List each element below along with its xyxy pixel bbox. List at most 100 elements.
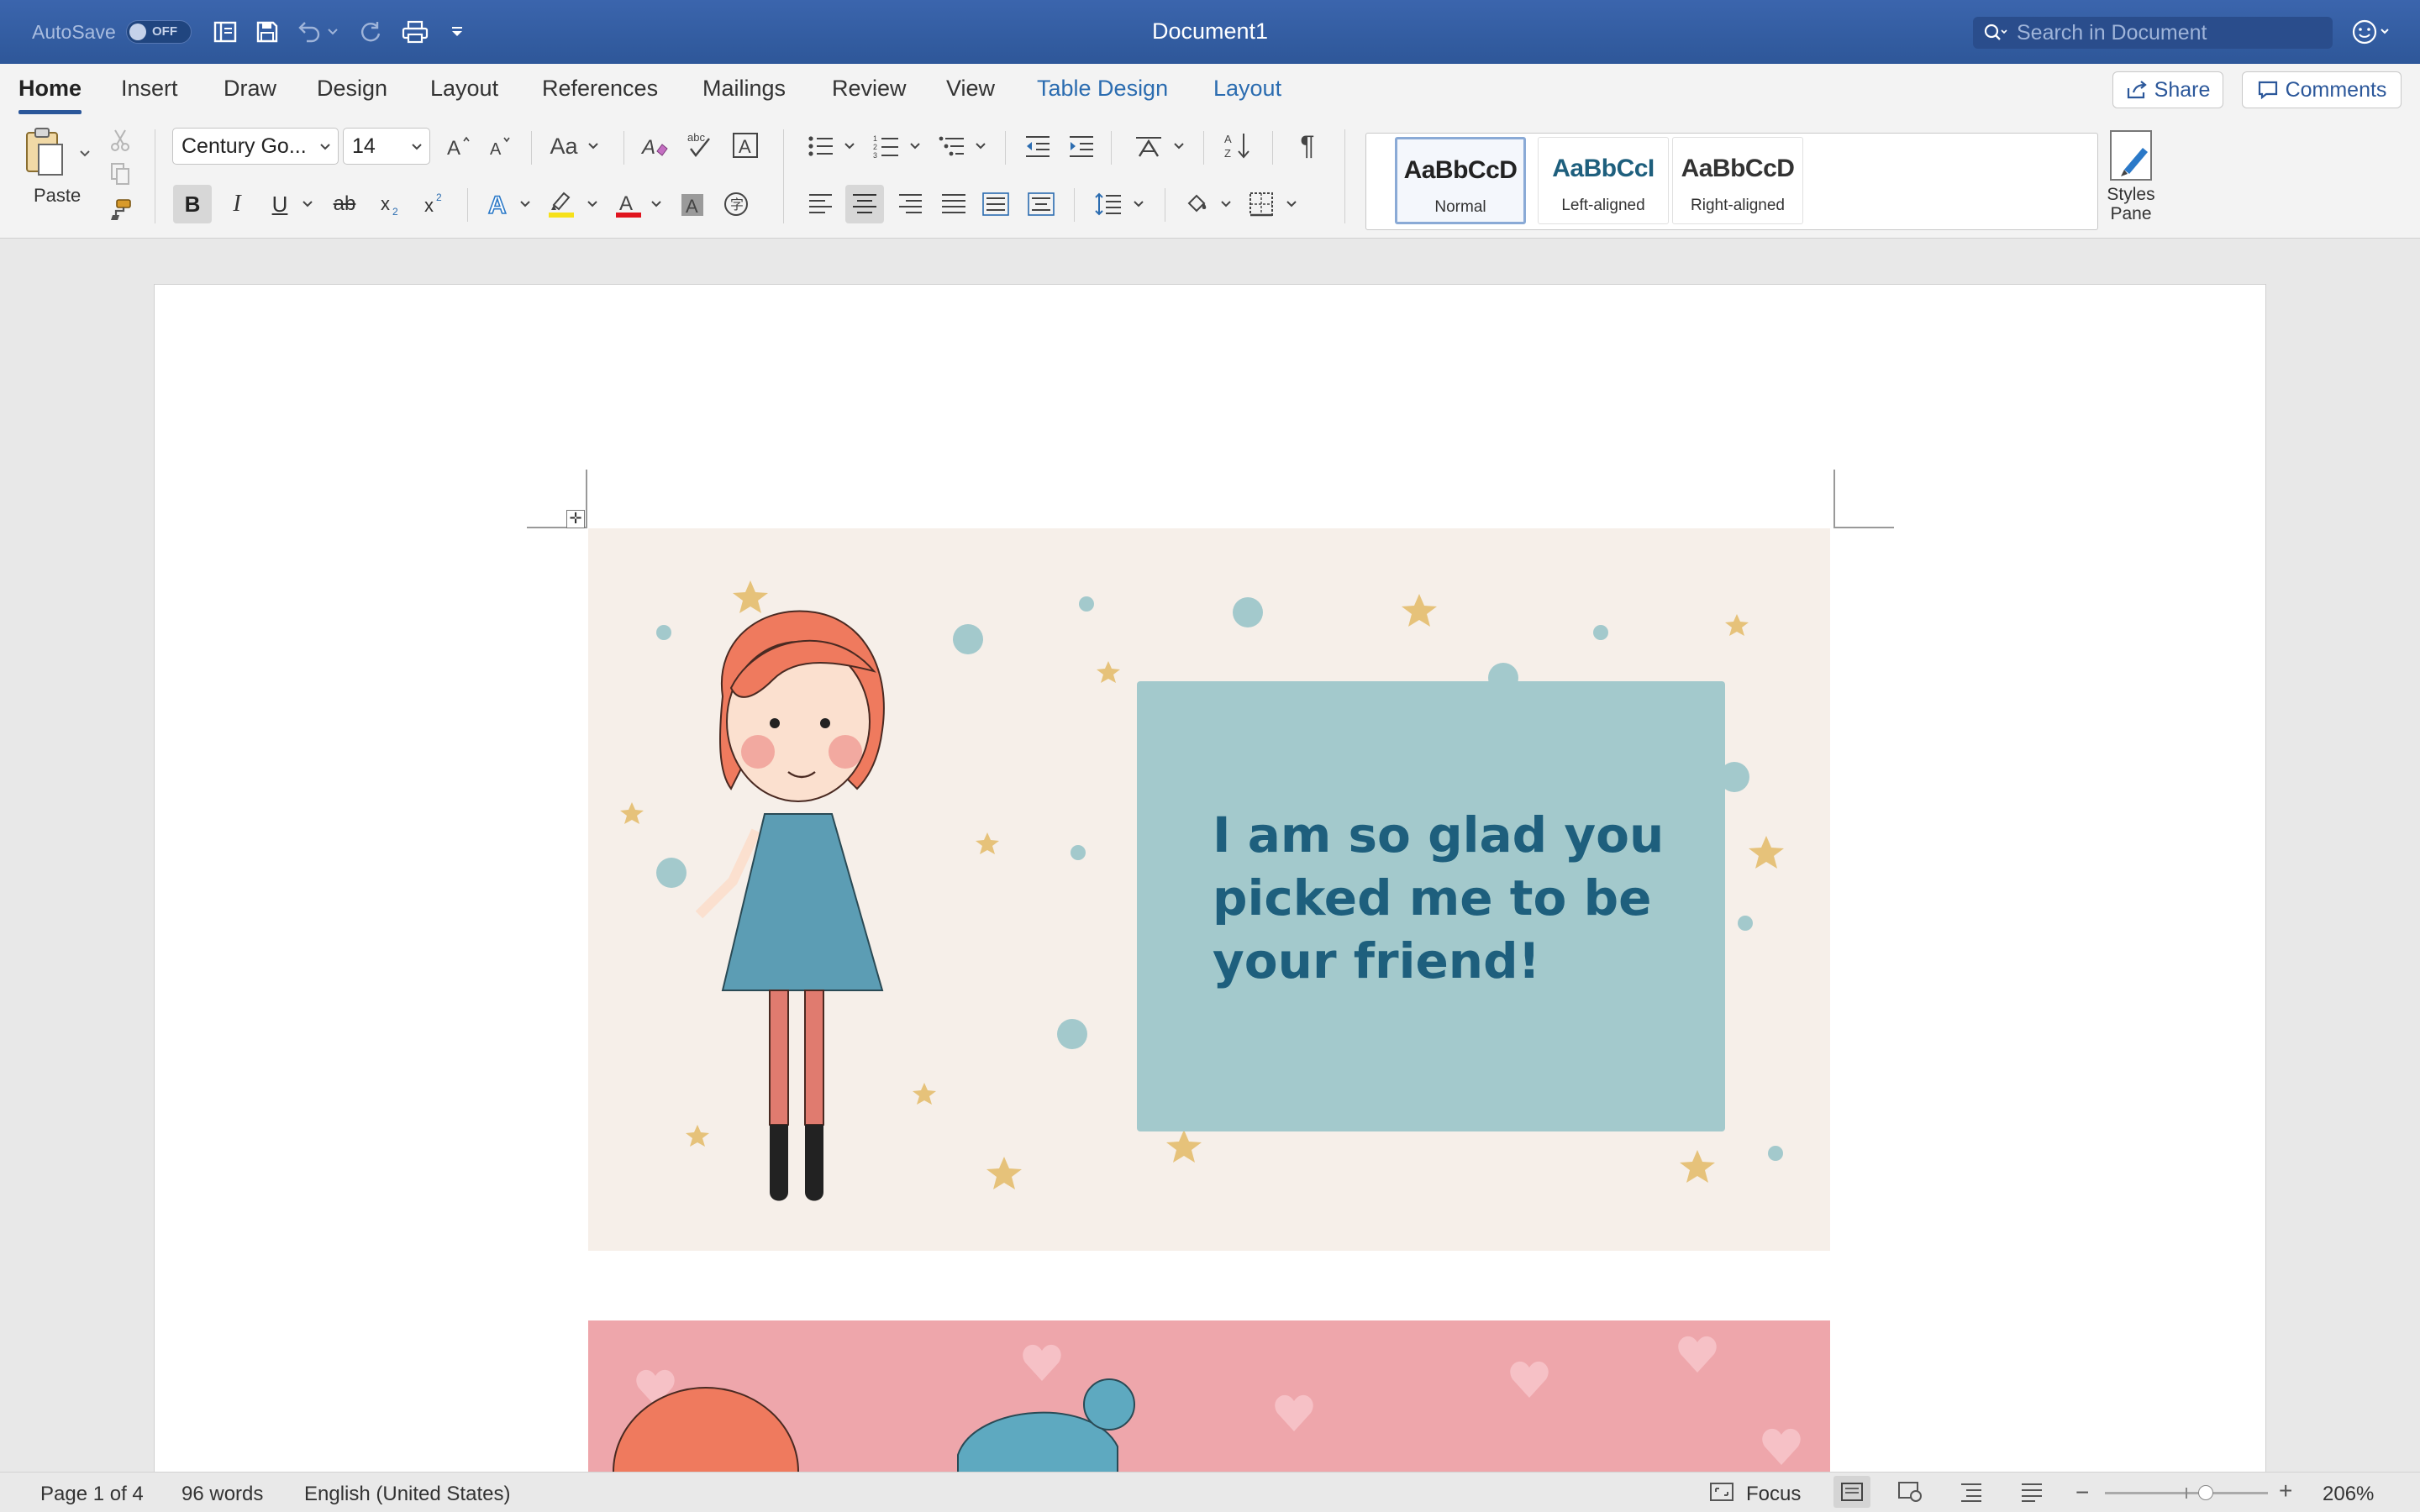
greeting-card-2[interactable] [588,1320,1830,1472]
zoom-in-button[interactable]: + [2279,1478,2292,1504]
style-left-aligned[interactable]: AaBbCcI Left-aligned [1538,137,1669,224]
web-layout-view-icon[interactable] [1897,1481,1923,1503]
zoom-level[interactable]: 206% [2323,1483,2374,1506]
cut-icon[interactable] [106,126,134,155]
tab-mailings[interactable]: Mailings [702,76,786,109]
tab-layout[interactable]: Layout [430,76,498,109]
multilevel-list-icon[interactable] [934,129,970,163]
align-center-icon[interactable] [845,185,884,223]
text-border-icon[interactable]: A [728,128,763,163]
save-icon[interactable] [250,15,284,49]
document-page[interactable]: ✛ I am so glad you picked me to be your … [154,284,2266,1472]
highlight-color-icon[interactable] [544,185,578,223]
subscript-icon[interactable]: x2 [375,185,408,223]
strikethrough-button[interactable]: ab [328,185,361,223]
tab-home[interactable]: Home [18,76,82,114]
tab-insert[interactable]: Insert [121,76,178,109]
highlight-dropdown-icon[interactable] [583,185,602,223]
borders-icon[interactable] [1244,186,1279,222]
sort-icon[interactable]: AZ [1220,128,1255,163]
increase-indent-icon[interactable] [1064,129,1099,163]
tab-review[interactable]: Review [832,76,907,109]
comments-button[interactable]: Comments [2242,71,2402,108]
shading-icon[interactable] [1180,186,1215,222]
bullets-dropdown-icon[interactable] [840,129,859,163]
asian-layout-icon[interactable] [1131,129,1166,163]
align-right-icon[interactable] [892,186,928,222]
tab-table-layout[interactable]: Layout [1213,76,1281,109]
decrease-indent-icon[interactable] [1020,129,1055,163]
distributed-icon[interactable] [978,186,1013,222]
numbering-icon[interactable]: 123 [869,129,904,163]
bullets-icon[interactable] [803,129,839,163]
feedback-smiley-icon[interactable] [2351,15,2391,49]
word-count[interactable]: 96 words [182,1483,263,1506]
card-text-box[interactable]: I am so glad you picked me to be your fr… [1137,681,1725,1131]
copy-icon[interactable] [106,160,134,188]
text-direction-icon[interactable] [1023,186,1059,222]
autosave-toggle[interactable]: OFF [126,20,192,44]
outline-view-icon[interactable] [1960,1481,1985,1503]
numbering-dropdown-icon[interactable] [906,129,924,163]
underline-button[interactable]: U [264,185,296,223]
print-icon[interactable] [398,15,432,49]
print-layout-view-icon[interactable] [1833,1476,1870,1508]
tab-view[interactable]: View [946,76,995,109]
superscript-icon[interactable]: x2 [418,185,452,223]
grow-font-icon[interactable]: A [444,129,474,163]
draft-view-icon[interactable] [2020,1481,2045,1503]
change-case-dropdown-icon[interactable] [585,129,602,163]
sidebar-toggle-icon[interactable] [208,15,242,49]
table-move-handle[interactable]: ✛ [566,510,585,528]
show-formatting-marks-icon[interactable]: ¶ [1291,128,1324,163]
underline-dropdown-icon[interactable] [297,185,318,223]
asian-layout-dropdown-icon[interactable] [1170,129,1188,163]
borders-dropdown-icon[interactable] [1282,186,1301,222]
customize-toolbar-icon[interactable] [440,15,474,49]
style-normal[interactable]: AaBbCcD Normal [1395,137,1526,224]
focus-icon[interactable] [1709,1481,1734,1503]
zoom-out-button[interactable]: − [2075,1479,2089,1506]
paste-dropdown-icon[interactable] [74,143,96,165]
share-button[interactable]: Share [2112,71,2223,108]
card-message[interactable]: I am so glad you picked me to be your fr… [1213,804,1683,993]
tab-design[interactable]: Design [317,76,387,109]
styles-pane-button[interactable]: Styles Pane [2101,129,2161,234]
zoom-slider-thumb[interactable] [2198,1485,2214,1500]
spelling-grammar-icon[interactable]: abc [684,128,719,163]
search-input[interactable] [2017,20,2319,45]
bold-button[interactable]: B [173,185,212,223]
character-shading-icon[interactable]: A [676,185,709,223]
shrink-font-icon[interactable]: A [486,129,516,163]
redo-icon[interactable] [355,15,388,49]
italic-button[interactable]: I [220,185,254,223]
zoom-slider[interactable] [2105,1485,2268,1500]
font-size-combo[interactable]: 14 [343,128,430,165]
change-case-button[interactable]: Aa [544,129,583,163]
greeting-card-1[interactable]: I am so glad you picked me to be your fr… [588,528,1830,1251]
focus-label[interactable]: Focus [1746,1483,1801,1506]
undo-icon[interactable] [292,15,326,49]
line-spacing-icon[interactable] [1091,186,1126,222]
page-count[interactable]: Page 1 of 4 [40,1483,144,1506]
paste-icon[interactable] [24,126,69,180]
line-spacing-dropdown-icon[interactable] [1129,186,1148,222]
language[interactable]: English (United States) [304,1483,510,1506]
font-name-combo[interactable]: Century Go... [172,128,339,165]
tab-table-design[interactable]: Table Design [1037,76,1168,109]
font-color-dropdown-icon[interactable] [647,185,666,223]
font-color-icon[interactable]: A [612,185,645,223]
search-box[interactable] [1973,17,2333,49]
align-left-icon[interactable] [803,186,839,222]
style-right-aligned[interactable]: AaBbCcD Right-aligned [1672,137,1803,224]
multilevel-dropdown-icon[interactable] [971,129,990,163]
shading-dropdown-icon[interactable] [1217,186,1235,222]
document-canvas[interactable]: ✛ I am so glad you picked me to be your … [0,239,2420,1472]
clear-formatting-icon[interactable]: A [639,129,671,163]
tab-draw[interactable]: Draw [224,76,276,109]
tab-references[interactable]: References [542,76,658,109]
format-painter-icon[interactable] [106,195,134,223]
text-effects-dropdown-icon[interactable] [516,185,534,223]
enclose-characters-icon[interactable]: 字 [719,185,753,223]
text-effects-icon[interactable]: A [482,185,516,223]
